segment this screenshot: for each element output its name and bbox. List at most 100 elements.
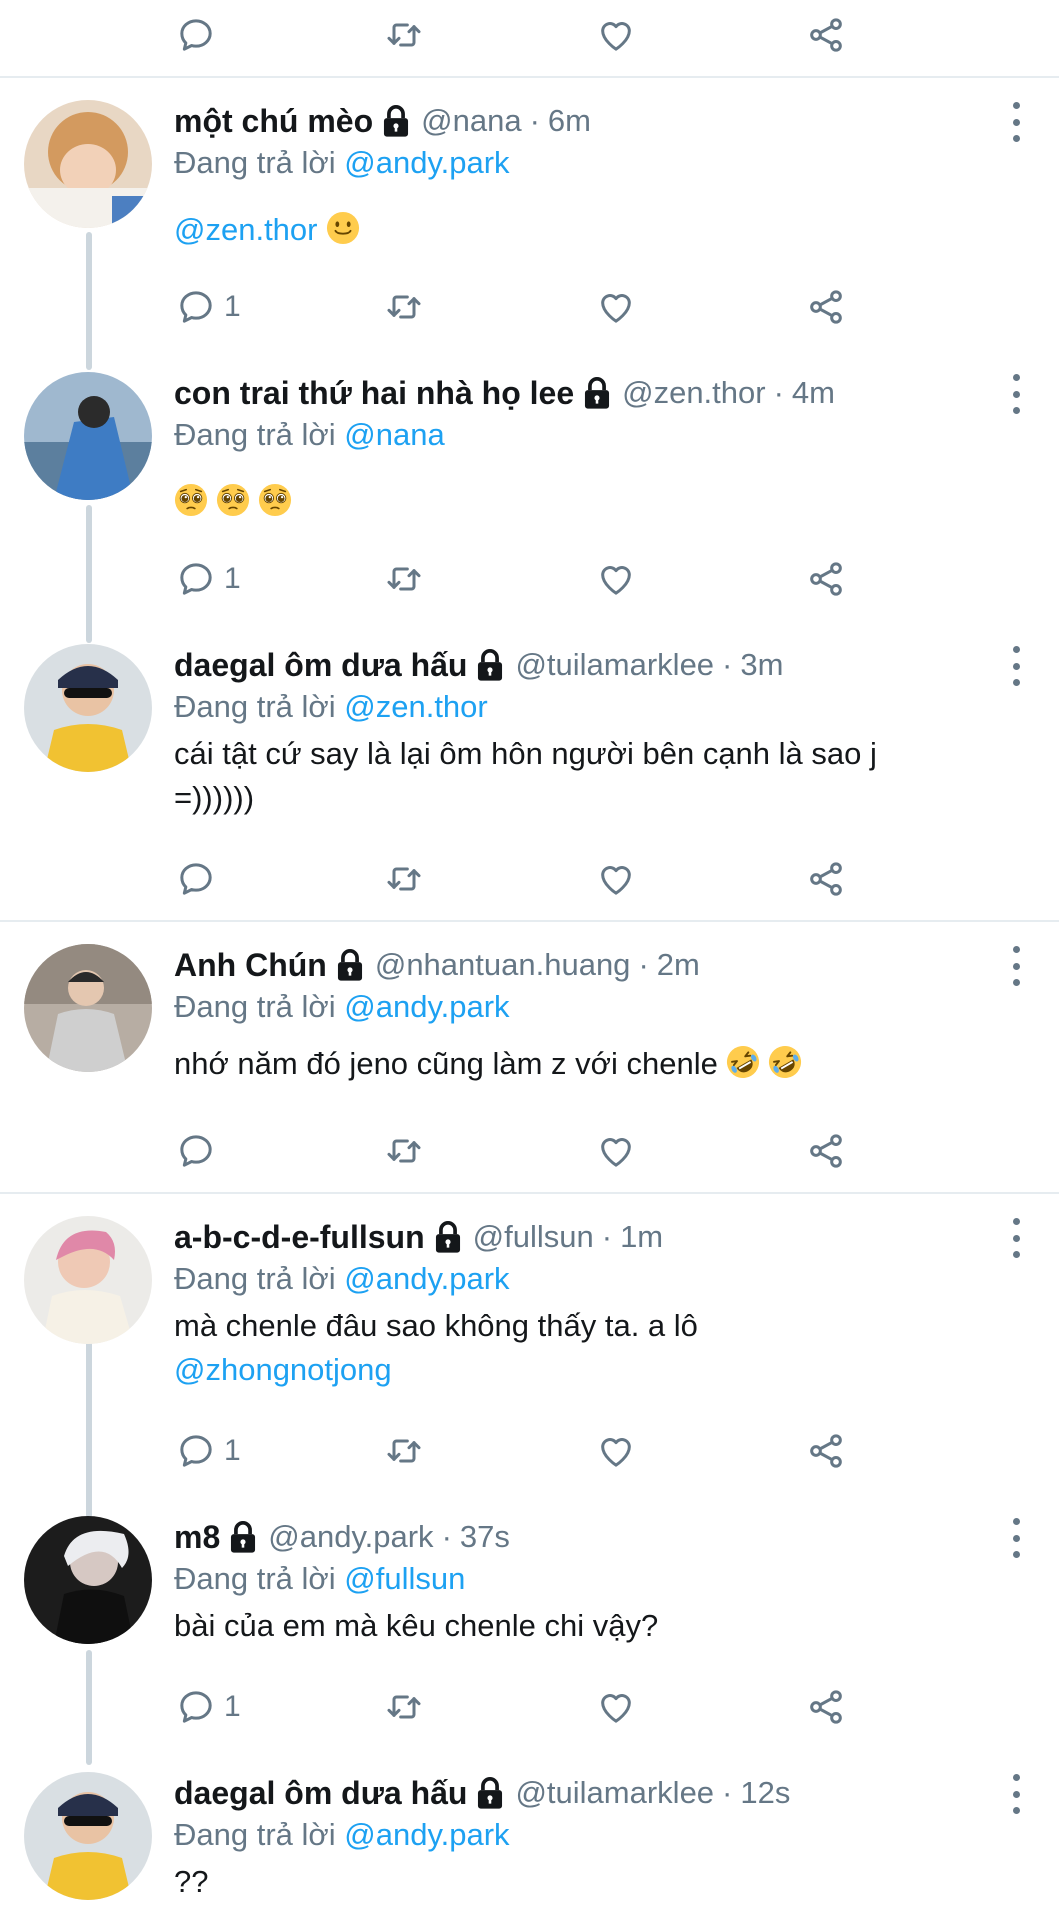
like-button[interactable] <box>596 13 636 57</box>
heart-icon <box>596 287 636 327</box>
display-name[interactable]: a-b-c-d-e-fullsun <box>174 1219 425 1256</box>
more-options-icon[interactable] <box>1003 1774 1029 1814</box>
rolling-on-floor-laughing-icon <box>768 1045 802 1079</box>
more-options-icon[interactable] <box>1003 102 1029 142</box>
reply-button[interactable]: 1 <box>176 1429 241 1473</box>
reply-to-mention[interactable]: @andy.park <box>344 1261 509 1296</box>
avatar[interactable] <box>24 944 152 1072</box>
display-name[interactable]: m8 <box>174 1519 220 1556</box>
replying-to: Đang trả lời @fullsun <box>174 1561 466 1596</box>
more-options-icon[interactable] <box>1003 1518 1029 1558</box>
reply-to-mention[interactable]: @fullsun <box>344 1561 465 1596</box>
reply-to-mention[interactable]: @andy.park <box>344 989 509 1024</box>
share-button[interactable] <box>806 13 846 57</box>
handle[interactable]: @nhantuan.huang <box>375 947 631 983</box>
lock-icon <box>381 104 411 138</box>
share-button[interactable] <box>806 1429 846 1473</box>
like-button[interactable] <box>596 1129 636 1173</box>
display-name[interactable]: daegal ôm dưa hấu <box>174 1775 467 1812</box>
handle[interactable]: @zen.thor <box>622 375 765 411</box>
timestamp: 12s <box>740 1775 791 1810</box>
handle[interactable]: @fullsun <box>473 1219 594 1255</box>
share-button[interactable] <box>806 857 846 901</box>
reply-button[interactable] <box>176 857 216 901</box>
retweet-button[interactable] <box>384 857 424 901</box>
replying-to: Đang trả lời @nana <box>174 417 445 452</box>
heart-icon <box>596 859 636 899</box>
retweet-button[interactable] <box>384 557 424 601</box>
avatar[interactable] <box>24 1216 152 1344</box>
like-button[interactable] <box>596 285 636 329</box>
tweet-text: mà chenle đâu sao không thấy ta. a lô @z… <box>174 1304 999 1392</box>
share-button[interactable] <box>806 1685 846 1729</box>
more-options-icon[interactable] <box>1003 946 1029 986</box>
share-icon <box>806 859 846 899</box>
tweet-text-line: =)))))) <box>174 780 255 815</box>
handle[interactable]: @andy.park <box>268 1519 433 1555</box>
display-name[interactable]: daegal ôm dưa hấu <box>174 647 467 684</box>
tweet-text-line: cái tật cứ say là lại ôm hôn người bên c… <box>174 736 877 771</box>
reply-to-mention[interactable]: @zen.thor <box>344 689 487 724</box>
reply-button[interactable]: 1 <box>176 285 241 329</box>
retweet-button[interactable] <box>384 1429 424 1473</box>
mention-link[interactable]: @zen.thor <box>174 212 317 247</box>
tweet-text: bài của em mà kêu chenle chi vậy? <box>174 1608 659 1643</box>
handle[interactable]: @tuilamarklee <box>515 647 714 683</box>
mention-link[interactable]: @zhongnotjong <box>174 1352 392 1387</box>
divider <box>0 76 1059 78</box>
reply-to-mention[interactable]: @andy.park <box>344 1817 509 1852</box>
more-options-icon[interactable] <box>1003 374 1029 414</box>
lock-icon <box>582 376 612 410</box>
lock-icon <box>335 948 365 982</box>
divider <box>0 920 1059 922</box>
reply-to-mention[interactable]: @nana <box>344 417 444 452</box>
replying-to: Đang trả lời @andy.park <box>174 145 510 180</box>
like-button[interactable] <box>596 1429 636 1473</box>
reply-to-mention[interactable]: @andy.park <box>344 145 509 180</box>
tweet-text <box>174 480 999 524</box>
action-bar <box>0 849 1059 909</box>
handle[interactable]: @tuilamarklee <box>515 1775 714 1811</box>
retweet-button[interactable] <box>384 13 424 57</box>
display-name[interactable]: con trai thứ hai nhà họ lee <box>174 375 574 412</box>
like-button[interactable] <box>596 857 636 901</box>
avatar[interactable] <box>24 372 152 500</box>
action-bar <box>0 1121 1059 1181</box>
share-button[interactable] <box>806 557 846 601</box>
avatar[interactable] <box>24 100 152 228</box>
avatar[interactable] <box>24 644 152 772</box>
retweet-button[interactable] <box>384 285 424 329</box>
retweet-button[interactable] <box>384 1685 424 1729</box>
more-options-icon[interactable] <box>1003 1218 1029 1258</box>
reply-button[interactable] <box>176 13 216 57</box>
replying-to: Đang trả lời @zen.thor <box>174 689 488 724</box>
avatar[interactable] <box>24 1516 152 1644</box>
replying-to: Đang trả lời @andy.park <box>174 1261 510 1296</box>
retweet-icon <box>384 1687 424 1727</box>
share-button[interactable] <box>806 285 846 329</box>
separator: · <box>601 1219 613 1254</box>
reply-icon <box>176 1431 216 1471</box>
share-button[interactable] <box>806 1129 846 1173</box>
reply-button[interactable] <box>176 1129 216 1173</box>
retweet-icon <box>384 1431 424 1471</box>
share-icon <box>806 1687 846 1727</box>
retweet-button[interactable] <box>384 1129 424 1173</box>
slightly-smiling-face-icon <box>326 211 360 245</box>
handle[interactable]: @nana <box>421 103 521 139</box>
retweet-icon <box>384 1131 424 1171</box>
reply-button[interactable]: 1 <box>176 557 241 601</box>
display-name[interactable]: Anh Chún <box>174 947 327 984</box>
heart-icon <box>596 1131 636 1171</box>
more-options-icon[interactable] <box>1003 646 1029 686</box>
share-icon <box>806 287 846 327</box>
reply-button[interactable]: 1 <box>176 1685 241 1729</box>
timestamp: 2m <box>656 947 700 982</box>
display-name[interactable]: một chú mèo <box>174 103 373 140</box>
separator: · <box>441 1519 452 1554</box>
pleading-face-icon <box>174 483 208 517</box>
avatar[interactable] <box>24 1772 152 1900</box>
like-button[interactable] <box>596 557 636 601</box>
like-button[interactable] <box>596 1685 636 1729</box>
reply-icon <box>176 559 216 599</box>
